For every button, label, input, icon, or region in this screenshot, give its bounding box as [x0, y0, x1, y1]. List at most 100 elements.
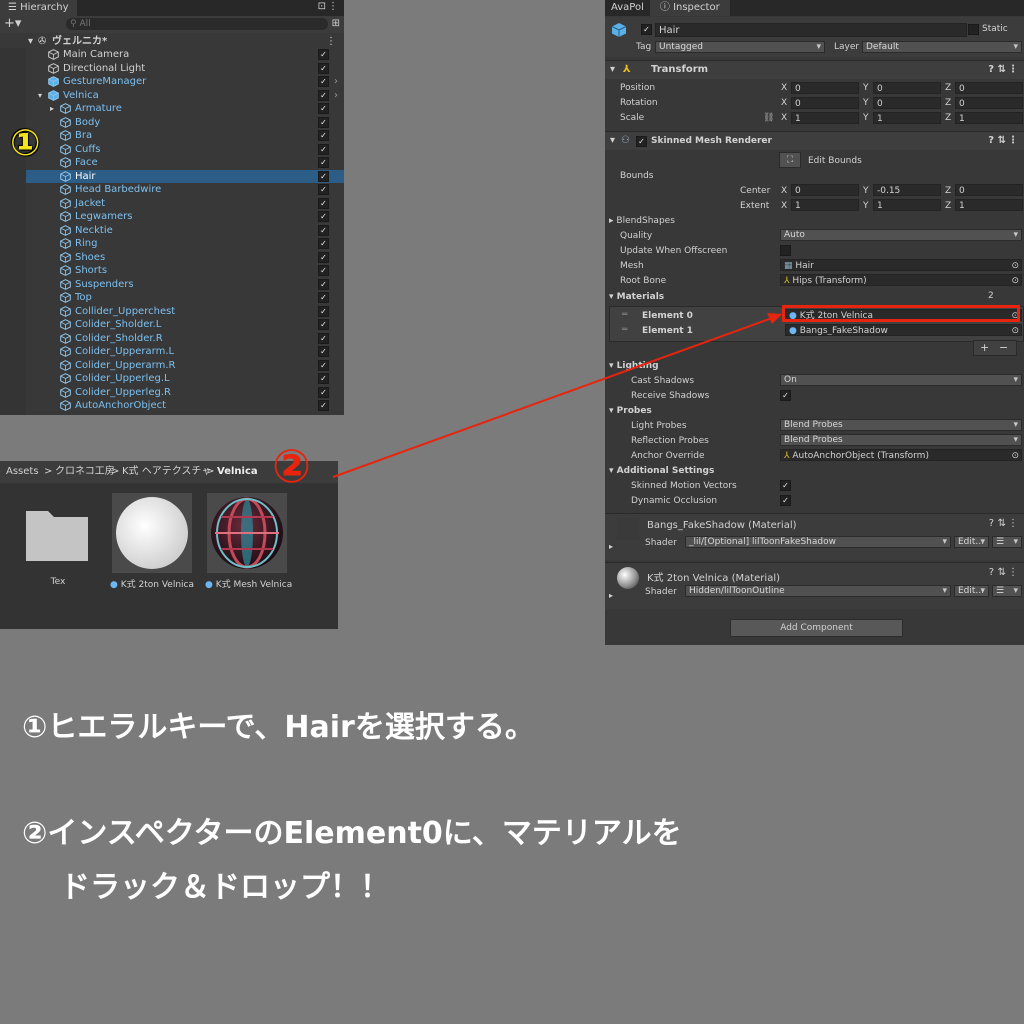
object-picker-icon[interactable]: ⊙ — [1011, 260, 1019, 270]
active-toggle-checkbox[interactable]: ✓ — [318, 278, 329, 290]
active-toggle-checkbox[interactable]: ✓ — [318, 211, 329, 222]
scale-z-field[interactable]: 1 — [955, 112, 1023, 124]
active-toggle-checkbox[interactable]: ✓ — [318, 170, 329, 182]
help-icon[interactable]: ? — [988, 132, 994, 150]
blendshapes-foldout[interactable]: ▸ BlendShapes — [609, 216, 675, 226]
tab-inspector[interactable]: ⓘ Inspector — [649, 0, 730, 16]
active-toggle-checkbox[interactable]: ✓ — [318, 197, 329, 209]
center-z-field[interactable]: 0 — [955, 184, 1023, 196]
hierarchy-item-hair[interactable]: Hair ✓ — [0, 169, 344, 183]
component-menu-icon[interactable]: ⋮ — [1008, 518, 1018, 529]
rotation-z-field[interactable]: 0 — [955, 97, 1023, 109]
hierarchy-item-directional-light[interactable]: Directional Light ✓ — [0, 62, 344, 75]
hierarchy-item-legwamers[interactable]: Legwamers ✓ — [0, 210, 344, 223]
center-x-field[interactable]: 0 — [791, 184, 859, 196]
breadcrumb-kuroneko[interactable]: クロネコ工房 — [55, 461, 115, 483]
hierarchy-item-top[interactable]: Top ✓ — [0, 291, 344, 304]
active-toggle-checkbox[interactable]: ✓ — [318, 400, 329, 411]
hierarchy-item-cuffs[interactable]: Cuffs ✓ — [0, 143, 344, 156]
hierarchy-item-shoes[interactable]: Shoes ✓ — [0, 251, 344, 264]
scene-search-icon[interactable]: ⊞ — [332, 18, 340, 29]
preset-icon[interactable]: ⇅ — [998, 132, 1006, 150]
active-toggle-checkbox[interactable]: ✓ — [318, 116, 329, 128]
hierarchy-item-colider-sholder-l[interactable]: Colider_Sholder.L ✓ — [0, 318, 344, 331]
active-toggle-checkbox[interactable]: ✓ — [318, 224, 329, 236]
hierarchy-item-collider-upperchest[interactable]: Collider_Upperchest ✓ — [0, 305, 344, 318]
position-x-field[interactable]: 0 — [791, 82, 859, 94]
add-component-button[interactable]: Add Component — [730, 619, 903, 637]
object-picker-icon[interactable]: ⊙ — [1011, 450, 1019, 460]
receive-shadows-checkbox[interactable]: ✓ — [780, 390, 791, 401]
active-checkbox[interactable]: ✓ — [641, 24, 652, 35]
link-scale-icon[interactable]: ⛓ — [763, 113, 774, 123]
hierarchy-item-shorts[interactable]: Shorts ✓ — [0, 264, 344, 277]
breadcrumb-assets[interactable]: Assets — [6, 461, 39, 483]
cast-shadows-dropdown[interactable]: On — [780, 374, 1022, 386]
scene-menu-icon[interactable]: ⋮ — [326, 35, 336, 48]
layer-dropdown[interactable]: Default — [862, 41, 1022, 53]
element-1-field[interactable]: ● Bangs_FakeShadow ⊙ — [785, 324, 1022, 336]
static-checkbox[interactable] — [968, 24, 979, 35]
rotation-x-field[interactable]: 0 — [791, 97, 859, 109]
active-toggle-checkbox[interactable]: ✓ — [318, 386, 329, 398]
breadcrumb-velnica[interactable]: Velnica — [217, 461, 258, 483]
asset-material-mesh[interactable]: ● K式 Mesh Velnica — [205, 493, 297, 593]
chevron-right-icon[interactable]: › — [334, 75, 338, 88]
active-toggle-checkbox[interactable]: ✓ — [318, 305, 329, 317]
hierarchy-item-body[interactable]: Body ✓ — [0, 116, 344, 129]
hierarchy-item-autoanchorobject[interactable]: AutoAnchorObject ✓ — [0, 399, 344, 412]
shader-edit-button[interactable]: Edit... — [954, 536, 989, 548]
hierarchy-item-gesturemanager[interactable]: GestureManager ✓ › — [0, 75, 344, 88]
active-toggle-checkbox[interactable]: ✓ — [318, 76, 329, 87]
lock-icon[interactable]: ⊡ — [318, 1, 326, 12]
center-y-field[interactable]: -0.15 — [873, 184, 941, 196]
additional-settings-foldout[interactable]: ▾ Additional Settings — [609, 466, 714, 476]
scale-y-field[interactable]: 1 — [873, 112, 941, 124]
reflection-probes-dropdown[interactable]: Blend Probes — [780, 434, 1022, 446]
shader-options-dropdown[interactable]: ☰ — [992, 536, 1022, 548]
search-input[interactable]: ⚲ All — [66, 18, 328, 30]
active-toggle-checkbox[interactable]: ✓ — [318, 238, 329, 249]
scale-x-field[interactable]: 1 — [791, 112, 859, 124]
shader-dropdown[interactable]: _lil/[Optional] lilToonFakeShadow — [685, 536, 951, 548]
probes-foldout[interactable]: ▾ Probes — [609, 406, 652, 416]
active-toggle-checkbox[interactable]: ✓ — [318, 265, 329, 276]
scene-row[interactable]: ▾ ✇ ヴェルニカ* ⋮ — [0, 35, 344, 48]
preset-icon[interactable]: ⇅ — [998, 567, 1006, 578]
help-icon[interactable]: ? — [989, 567, 994, 578]
preset-icon[interactable]: ⇅ — [998, 61, 1006, 79]
quality-dropdown[interactable]: Auto — [780, 229, 1022, 241]
component-menu-icon[interactable]: ⋮ — [1008, 61, 1018, 79]
tag-dropdown[interactable]: Untagged — [655, 41, 825, 53]
object-picker-icon[interactable]: ⊙ — [1011, 325, 1019, 335]
help-icon[interactable]: ? — [989, 518, 994, 529]
expand-arrow-icon[interactable]: ▸ — [50, 102, 54, 115]
foldout-arrow-icon[interactable]: ▸ — [609, 591, 613, 600]
drag-handle-icon[interactable]: ═ — [622, 325, 627, 335]
active-toggle-checkbox[interactable]: ✓ — [318, 373, 329, 384]
hierarchy-item-armature[interactable]: ▸ Armature ✓ — [0, 102, 344, 115]
component-menu-icon[interactable]: ⋮ — [1008, 567, 1018, 578]
expand-arrow-icon[interactable]: ▾ — [38, 89, 42, 102]
hierarchy-item-necktie[interactable]: Necktie ✓ — [0, 224, 344, 237]
hierarchy-item-colider-sholder-r[interactable]: Colider_Sholder.R ✓ — [0, 332, 344, 345]
position-z-field[interactable]: 0 — [955, 82, 1023, 94]
active-toggle-checkbox[interactable]: ✓ — [318, 332, 329, 344]
rootbone-field[interactable]: ⅄ Hips (Transform) ⊙ — [780, 274, 1022, 286]
asset-folder-tex[interactable]: Tex — [18, 501, 98, 593]
offscreen-checkbox[interactable] — [780, 245, 791, 256]
hierarchy-item-velnica[interactable]: ▾ Velnica ✓ › — [0, 89, 344, 102]
shader-options-dropdown[interactable]: ☰ — [992, 585, 1022, 597]
object-name-field[interactable]: Hair — [655, 23, 967, 37]
hierarchy-item-colider-upperarm-l[interactable]: Colider_Upperarm.L ✓ — [0, 345, 344, 358]
hierarchy-item-colider-upperleg-l[interactable]: Colider_Upperleg.L ✓ — [0, 372, 344, 385]
active-toggle-checkbox[interactable]: ✓ — [318, 292, 329, 303]
hierarchy-item-face[interactable]: Face ✓ — [0, 156, 344, 169]
extent-z-field[interactable]: 1 — [955, 199, 1023, 211]
active-toggle-checkbox[interactable]: ✓ — [318, 157, 329, 168]
dynamic-occlusion-checkbox[interactable]: ✓ — [780, 495, 791, 506]
anchor-override-field[interactable]: ⅄ AutoAnchorObject (Transform) ⊙ — [780, 449, 1022, 461]
shader-dropdown[interactable]: Hidden/lilToonOutline — [685, 585, 951, 597]
help-icon[interactable]: ? — [988, 61, 994, 79]
asset-material-2ton[interactable]: ● K式 2ton Velnica — [110, 493, 200, 593]
